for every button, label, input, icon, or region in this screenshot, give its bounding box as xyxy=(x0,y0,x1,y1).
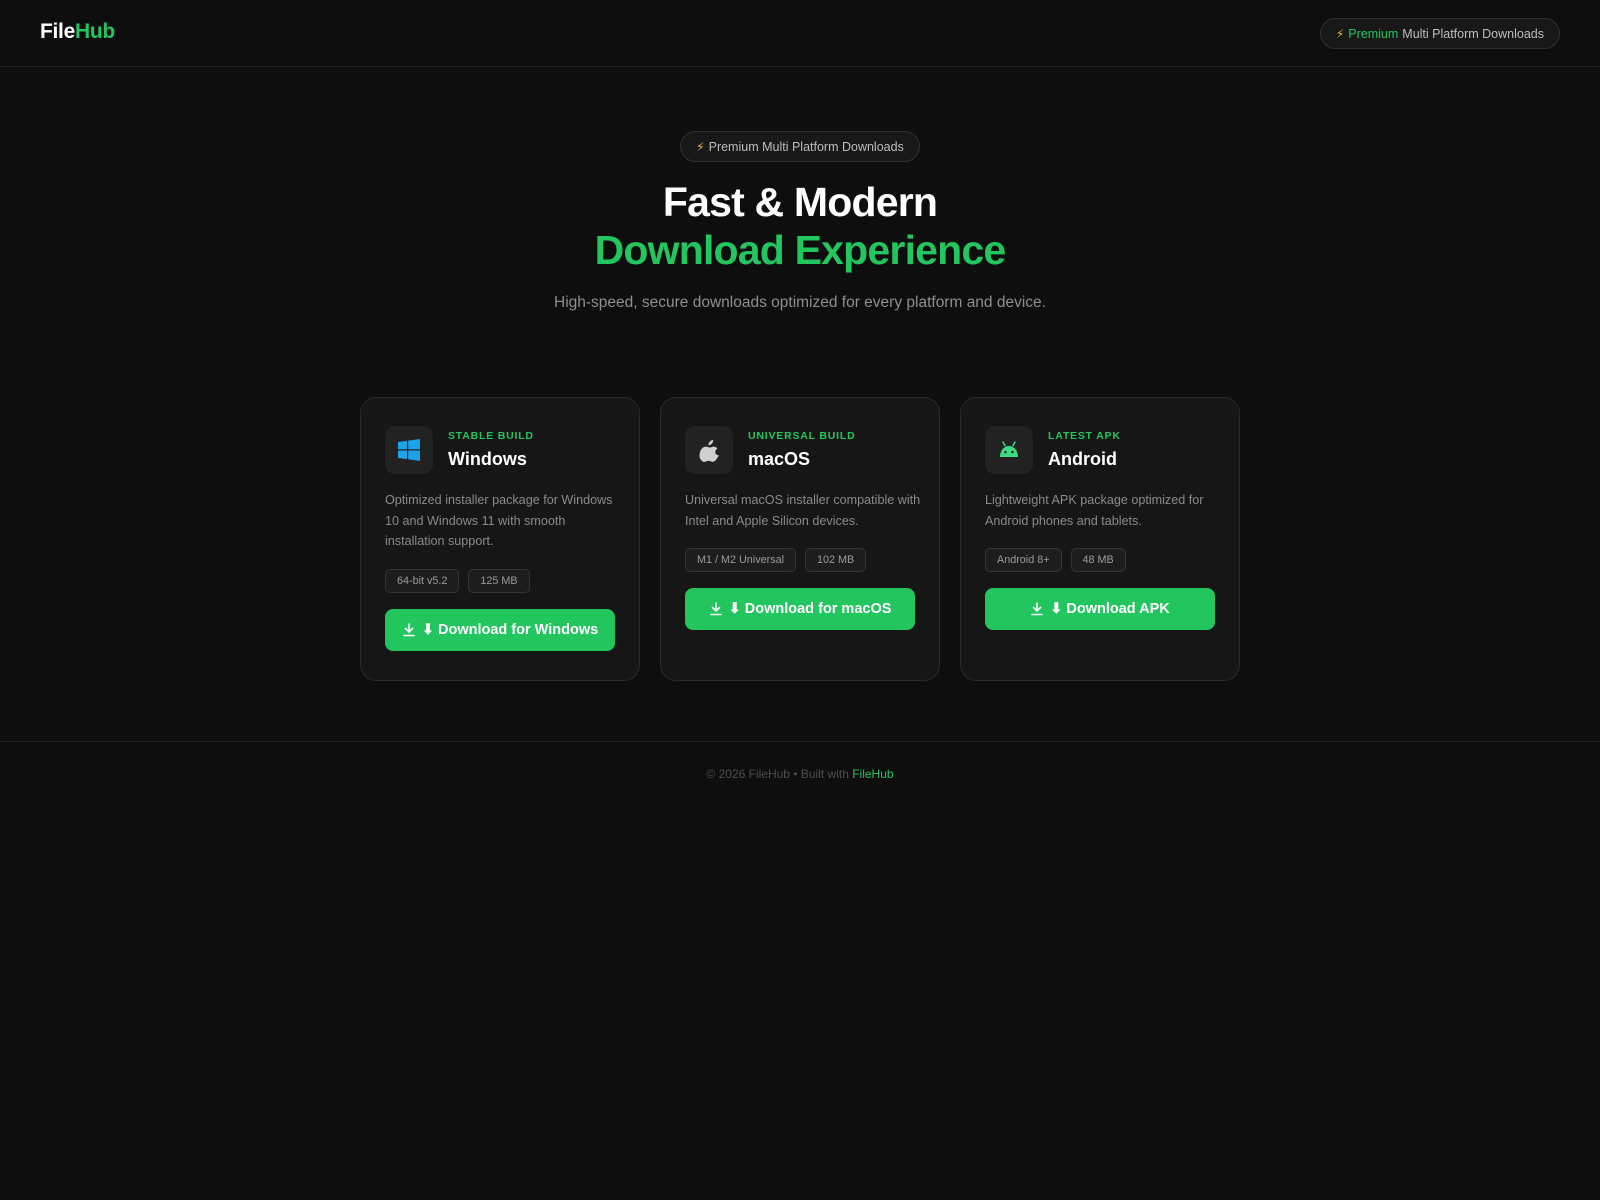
card-badge: STABLE BUILD xyxy=(448,430,534,442)
download-card-windows: STABLE BUILD Windows Optimized installer… xyxy=(360,397,640,681)
header-premium-pill: ⚡ Premium Multi Platform Downloads xyxy=(1319,18,1560,49)
windows-icon xyxy=(385,426,433,474)
card-badge: UNIVERSAL BUILD xyxy=(748,430,856,442)
download-windows-button[interactable]: ⬇ Download for Windows xyxy=(385,609,615,651)
download-icon xyxy=(403,623,415,637)
button-label: ⬇ Download for Windows xyxy=(421,622,599,638)
card-title: Android xyxy=(1048,449,1117,469)
card-tags: M1 / M2 Universal 102 MB xyxy=(685,548,867,572)
hero-premium-pill: ⚡ Premium Multi Platform Downloads xyxy=(680,131,920,162)
button-label: ⬇ Download for macOS xyxy=(728,601,892,617)
apple-icon xyxy=(685,426,733,474)
logo-text-file: File xyxy=(40,20,75,43)
hero-title: Fast & Modern Download Experience xyxy=(0,178,1600,274)
card-description: Lightweight APK package optimized for An… xyxy=(985,493,1204,528)
download-icon xyxy=(1031,602,1044,616)
button-label: ⬇ Download APK xyxy=(1050,601,1170,617)
footer-text: © 2026 FileHub • Built with FileHub xyxy=(0,767,1600,781)
hero-pill-wrapper: ⚡ Premium Multi Platform Downloads xyxy=(0,131,1600,162)
card-tags: 64-bit v5.2 125 MB xyxy=(385,569,530,593)
logo-text-hub: Hub xyxy=(74,20,115,43)
card-title: Windows xyxy=(448,449,527,469)
download-card-android: LATEST APK Android Lightweight APK packa… xyxy=(960,397,1240,681)
download-macos-button[interactable]: ⬇ Download for macOS xyxy=(685,588,915,630)
hero-title-line1: Fast & Modern xyxy=(662,179,938,225)
version-tag: 64-bit v5.2 xyxy=(385,569,460,593)
footer-brand-link[interactable]: FileHub xyxy=(852,767,893,781)
compat-tag: Android 8+ xyxy=(985,548,1062,572)
logo[interactable]: FileHub xyxy=(40,20,115,44)
bolt-icon: ⚡ xyxy=(696,139,705,154)
size-tag: 48 MB xyxy=(1070,548,1126,572)
size-tag: 125 MB xyxy=(468,569,530,593)
download-android-button[interactable]: ⬇ Download APK xyxy=(985,588,1215,630)
card-title: macOS xyxy=(748,449,811,469)
size-tag: 102 MB xyxy=(805,548,867,572)
hero-title-line2: Download Experience xyxy=(594,227,1007,273)
bolt-icon: ⚡ xyxy=(1335,26,1345,41)
hero-pill-text: Premium Multi Platform Downloads xyxy=(708,139,904,154)
compat-tag: M1 / M2 Universal xyxy=(685,548,796,572)
card-badge: LATEST APK xyxy=(1048,430,1121,442)
card-description: Universal macOS installer compatible wit… xyxy=(685,493,921,528)
download-card-macos: UNIVERSAL BUILD macOS Universal macOS in… xyxy=(660,397,940,681)
hero-subtitle: High-speed, secure downloads optimized f… xyxy=(554,294,1046,311)
card-description: Optimized installer package for Windows … xyxy=(385,493,613,548)
pill-text: Multi Platform Downloads xyxy=(1402,26,1544,41)
footer-copyright: © 2026 FileHub • Built with xyxy=(706,767,849,781)
site-header: FileHub ⚡ Premium Multi Platform Downloa… xyxy=(0,0,1600,67)
card-tags: Android 8+ 48 MB xyxy=(985,548,1126,572)
pill-highlight: Premium xyxy=(1348,26,1399,41)
download-icon xyxy=(709,602,722,616)
site-footer: © 2026 FileHub • Built with FileHub xyxy=(0,741,1600,801)
android-icon xyxy=(985,426,1033,474)
